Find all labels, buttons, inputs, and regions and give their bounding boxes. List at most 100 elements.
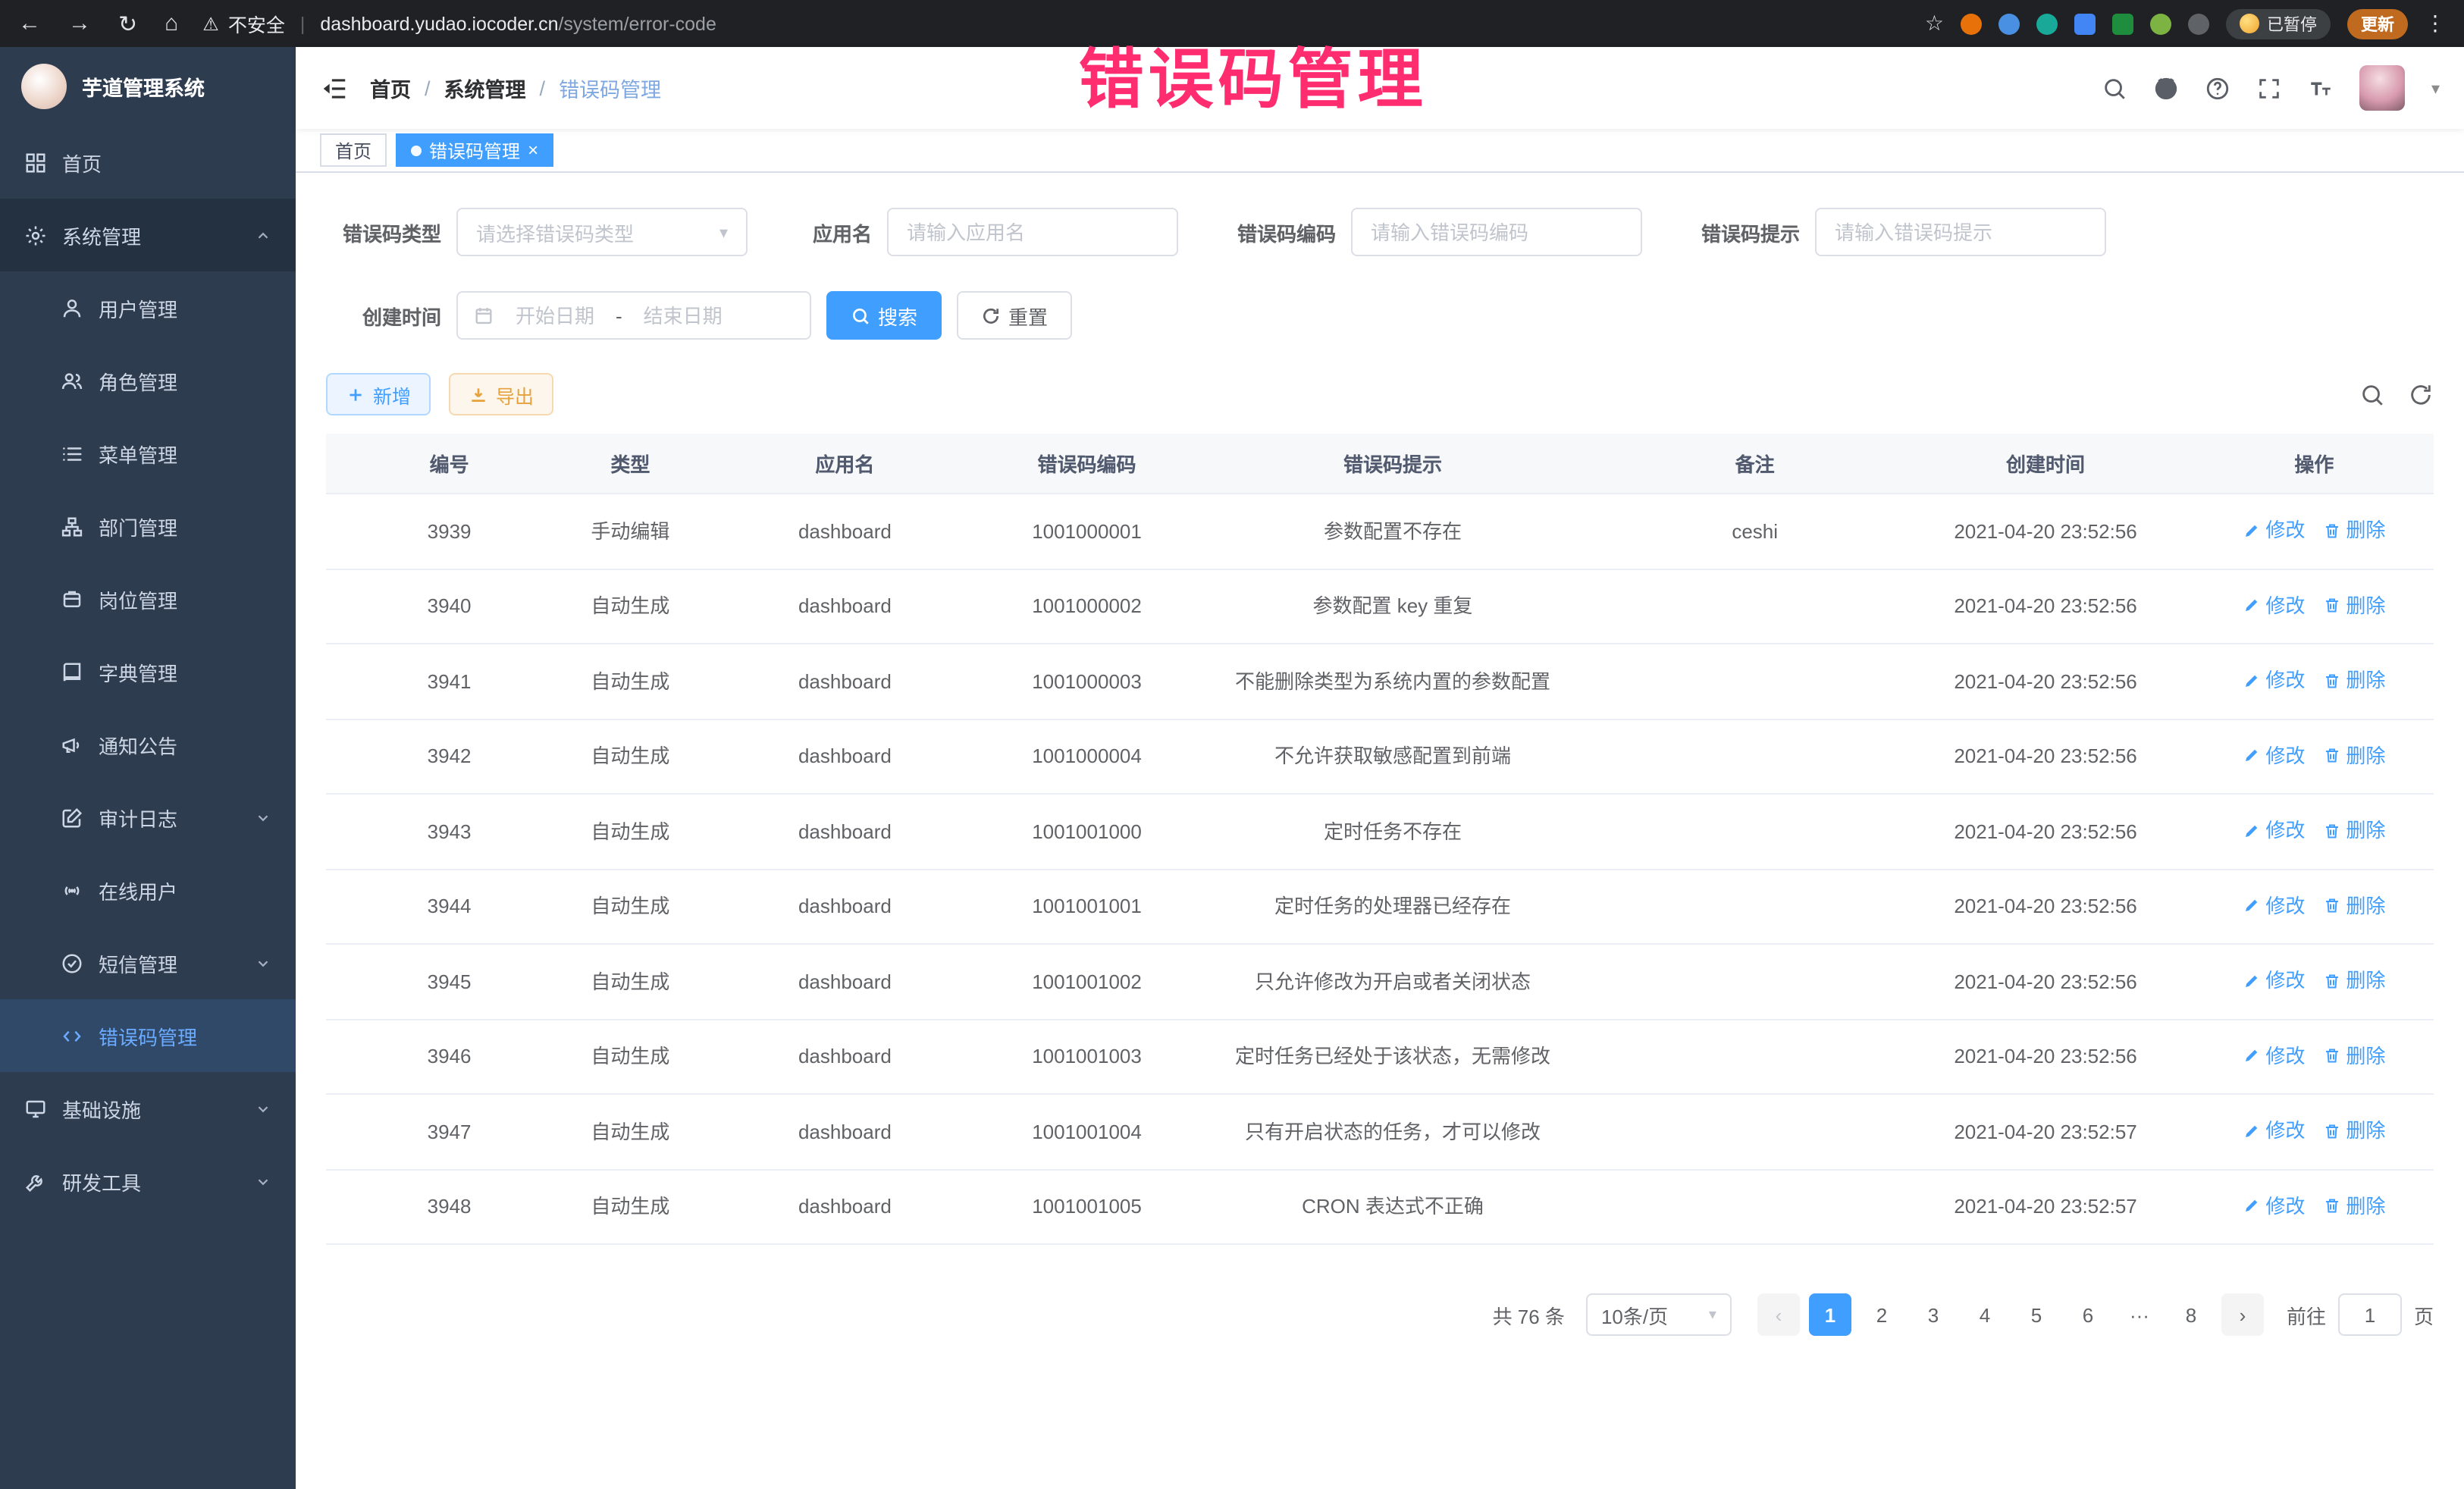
github-icon[interactable] (2154, 75, 2180, 101)
extension-icon-2[interactable] (1998, 13, 2020, 34)
delete-link[interactable]: 删除 (2323, 667, 2385, 693)
sidebar-item-menus[interactable]: 菜单管理 (0, 417, 296, 490)
page-button-5[interactable]: 5 (2015, 1293, 2058, 1336)
edit-link[interactable]: 修改 (2243, 967, 2305, 993)
fullscreen-icon[interactable] (2257, 75, 2283, 101)
cell-hint: 只有开启状态的任务，才可以修改 (1172, 1094, 1613, 1169)
edit-link[interactable]: 修改 (2243, 1118, 2305, 1143)
tab-home[interactable]: 首页 (320, 133, 387, 167)
edit-link[interactable]: 修改 (2243, 742, 2305, 768)
error-type-select[interactable]: 请选择错误码类型 ▾ (456, 208, 748, 256)
page-size-select[interactable]: 10条/页 ▾ (1586, 1293, 1732, 1336)
reset-button[interactable]: 重置 (957, 291, 1072, 340)
forward-icon[interactable]: → (68, 11, 91, 36)
sidebar-item-users[interactable]: 用户管理 (0, 271, 296, 344)
toggle-search-icon[interactable] (2359, 381, 2385, 407)
export-button[interactable]: 导出 (449, 373, 553, 415)
search-button[interactable]: 搜索 (826, 291, 942, 340)
avatar-caret-icon[interactable]: ▾ (2431, 78, 2440, 98)
sidebar-item-roles[interactable]: 角色管理 (0, 344, 296, 417)
bookmark-star-icon[interactable]: ☆ (1925, 11, 1944, 36)
delete-link[interactable]: 删除 (2323, 892, 2385, 918)
home-icon[interactable]: ⌂ (165, 11, 178, 36)
tab-error-code[interactable]: 错误码管理 × (396, 133, 553, 167)
extension-icon-6[interactable] (2150, 13, 2171, 34)
edit-link[interactable]: 修改 (2243, 667, 2305, 693)
prev-page-button[interactable]: ‹ (1757, 1293, 1800, 1336)
page-button-3[interactable]: 3 (1912, 1293, 1955, 1336)
end-date-input[interactable] (633, 303, 733, 328)
page-button-6[interactable]: 6 (2067, 1293, 2109, 1336)
paused-label: 已暂停 (2267, 11, 2317, 36)
sidebar-item-departments[interactable]: 部门管理 (0, 490, 296, 563)
sidebar-logo[interactable]: 芋道管理系统 (0, 47, 296, 126)
page-button-2[interactable]: 2 (1861, 1293, 1903, 1336)
help-icon[interactable] (2205, 75, 2231, 101)
page-button-8[interactable]: 8 (2170, 1293, 2212, 1336)
font-size-icon[interactable] (2309, 75, 2334, 101)
breadcrumb-home[interactable]: 首页 (370, 73, 411, 103)
extension-icon-1[interactable] (1961, 13, 1982, 34)
user-avatar[interactable] (2360, 65, 2406, 111)
cell-app: dashboard (688, 944, 1002, 1019)
extension-icon-4[interactable] (2074, 13, 2096, 34)
delete-link[interactable]: 删除 (2323, 517, 2385, 543)
profile-paused-chip[interactable]: 已暂停 (2226, 8, 2331, 39)
delete-link[interactable]: 删除 (2323, 742, 2385, 768)
refresh-table-icon[interactable] (2408, 381, 2434, 407)
sidebar-item-audit-log[interactable]: 审计日志 (0, 781, 296, 854)
page-button-1[interactable]: 1 (1809, 1293, 1851, 1336)
start-date-input[interactable] (505, 303, 605, 328)
sidebar-item-error-code[interactable]: 错误码管理 (0, 999, 296, 1072)
reload-icon[interactable]: ↻ (118, 10, 137, 37)
search-icon[interactable] (2102, 75, 2128, 101)
delete-link[interactable]: 删除 (2323, 592, 2385, 618)
delete-link[interactable]: 删除 (2323, 967, 2385, 993)
error-code-input[interactable] (1351, 208, 1642, 256)
error-hint-input[interactable] (1815, 208, 2106, 256)
sidebar-item-online-users[interactable]: 在线用户 (0, 854, 296, 926)
date-range-picker[interactable]: - (456, 291, 811, 340)
next-page-button[interactable]: › (2221, 1293, 2264, 1336)
sidebar-item-notice[interactable]: 通知公告 (0, 708, 296, 781)
sidebar-item-label: 角色管理 (99, 366, 177, 395)
add-button[interactable]: 新增 (326, 373, 431, 415)
page-button-4[interactable]: 4 (1964, 1293, 2006, 1336)
sidebar-item-posts[interactable]: 岗位管理 (0, 563, 296, 635)
delete-link[interactable]: 删除 (2323, 817, 2385, 843)
more-pages-button[interactable]: ··· (2118, 1293, 2161, 1336)
security-indicator[interactable]: ⚠ 不安全 (202, 9, 285, 38)
sidebar-item-system[interactable]: 系统管理 (0, 199, 296, 271)
sidebar-fold-icon[interactable] (320, 74, 349, 102)
edit-link[interactable]: 修改 (2243, 1193, 2305, 1218)
breadcrumb-system[interactable]: 系统管理 (444, 73, 526, 103)
edit-link[interactable]: 修改 (2243, 517, 2305, 543)
chevron-down-icon: ▾ (719, 222, 728, 242)
sidebar-item-sms[interactable]: 短信管理 (0, 926, 296, 999)
delete-link[interactable]: 删除 (2323, 1042, 2385, 1068)
url-host: dashboard.yudao.iocoder.cn (320, 13, 558, 34)
download-icon (469, 384, 488, 404)
sidebar-item-home[interactable]: 首页 (0, 126, 296, 199)
sidebar-item-dict[interactable]: 字典管理 (0, 635, 296, 708)
goto-unit: 页 (2414, 1300, 2434, 1329)
edit-link[interactable]: 修改 (2243, 892, 2305, 918)
browser-menu-icon[interactable]: ⋮ (2425, 11, 2446, 36)
extension-icon-3[interactable] (2036, 13, 2058, 34)
delete-link[interactable]: 删除 (2323, 1118, 2385, 1143)
sidebar-item-infrastructure[interactable]: 基础设施 (0, 1072, 296, 1145)
sidebar-item-devtools[interactable]: 研发工具 (0, 1145, 296, 1218)
app-name-input[interactable] (887, 208, 1178, 256)
back-icon[interactable]: ← (18, 11, 41, 36)
extension-icon-7[interactable] (2188, 13, 2209, 34)
tab-close-icon[interactable]: × (528, 141, 538, 159)
extension-icon-5[interactable] (2112, 13, 2133, 34)
address-bar[interactable]: dashboard.yudao.iocoder.cn/system/error-… (320, 13, 716, 34)
browser-update-button[interactable]: 更新 (2347, 8, 2408, 39)
delete-link[interactable]: 删除 (2323, 1193, 2385, 1218)
edit-link[interactable]: 修改 (2243, 1042, 2305, 1068)
goto-page-input[interactable] (2338, 1293, 2402, 1336)
edit-link[interactable]: 修改 (2243, 592, 2305, 618)
trash-icon (2323, 671, 2341, 689)
edit-link[interactable]: 修改 (2243, 817, 2305, 843)
